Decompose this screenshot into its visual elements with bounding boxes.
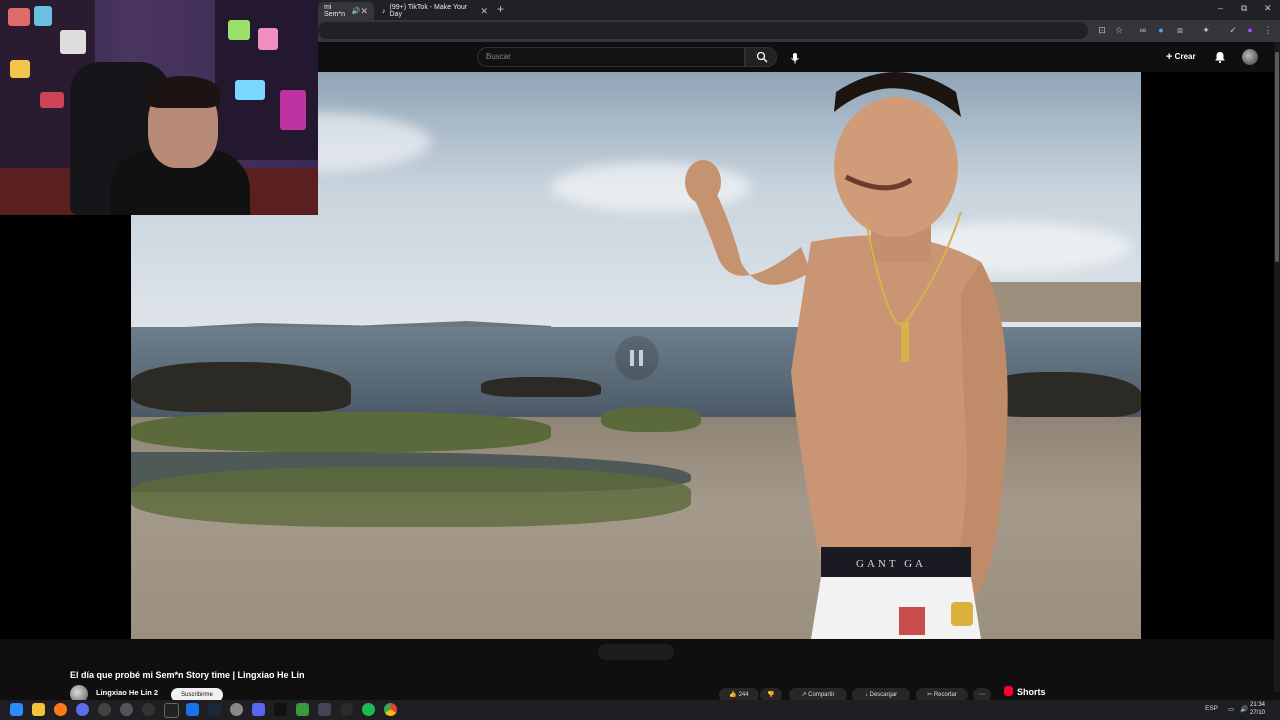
extension-icon[interactable]: ∞ (1138, 25, 1148, 35)
steam-icon[interactable] (208, 703, 221, 716)
search-icon (756, 51, 768, 63)
app-icon[interactable] (142, 703, 155, 716)
search-input[interactable]: Buscar (477, 47, 745, 67)
extension-icon[interactable]: ✓ (1228, 25, 1238, 35)
scrollbar-thumb[interactable] (1275, 52, 1279, 262)
shorts-icon (1004, 686, 1013, 696)
app-icon[interactable] (164, 703, 179, 718)
thumbs-up-icon: 👍 (729, 692, 737, 698)
pause-icon (630, 350, 634, 366)
file-explorer-icon[interactable] (32, 703, 45, 716)
install-app-icon[interactable]: ⊡ (1097, 25, 1107, 35)
notifications-bell-icon[interactable] (1214, 51, 1226, 63)
page-margin-left (0, 215, 131, 639)
like-count: 244 (738, 692, 749, 698)
windows-taskbar: ESP ▭ 🔊 21:34 27/10 (0, 700, 1280, 720)
volume-icon[interactable]: 🔊 (1240, 705, 1248, 713)
search-button[interactable] (745, 47, 777, 67)
tab-label: (99+) TikTok - Make Your Day (389, 4, 468, 18)
minimize-button[interactable]: – (1218, 3, 1223, 13)
speaker-icon: 🔊 (351, 8, 361, 15)
tiktok-icon: ♪ (382, 7, 386, 15)
tab-label: mi Sem*n (324, 4, 346, 18)
scissors-icon: ✂ (927, 692, 933, 698)
create-button[interactable]: + Crear (1166, 51, 1196, 63)
player-controls[interactable] (598, 644, 674, 660)
thumbs-down-icon: 👎 (767, 692, 775, 698)
tab-close-icon[interactable]: ✕ (480, 6, 488, 17)
menu-dots-icon[interactable]: ⋮ (1263, 25, 1273, 35)
language-indicator[interactable]: ESP (1205, 705, 1218, 712)
channel-name[interactable]: Lingxiao He Lin 2 (96, 688, 158, 697)
svg-text:GANT GA: GANT GA (856, 558, 926, 570)
share-icon: ↗ (801, 692, 807, 698)
search-icon[interactable] (54, 703, 67, 716)
puzzle-icon[interactable]: ⧈ (1175, 25, 1185, 35)
spotify-icon[interactable] (362, 703, 375, 716)
system-clock[interactable]: 21:34 27/10 (1250, 701, 1265, 717)
windows-start-icon[interactable] (10, 703, 23, 716)
tiktok-icon[interactable] (274, 703, 287, 716)
app-icon[interactable] (318, 703, 331, 716)
app-icon[interactable] (120, 703, 133, 716)
bookmark-star-icon[interactable]: ☆ (1114, 25, 1124, 35)
account-avatar[interactable] (1242, 49, 1258, 65)
page-scrollbar[interactable] (1274, 42, 1280, 692)
chrome-icon[interactable] (384, 703, 397, 716)
video-subject: GANT GA (685, 72, 1008, 639)
pause-button[interactable] (615, 336, 659, 380)
extension-icon[interactable]: ● (1156, 25, 1166, 35)
video-title: El día que probé mi Sem*n Story time | L… (70, 670, 305, 680)
clock-date: 27/10 (1250, 710, 1266, 716)
tab-close-icon[interactable]: ✕ (360, 6, 368, 17)
network-icon[interactable]: ▭ (1228, 705, 1234, 713)
app-icon[interactable] (186, 703, 199, 716)
webcam-overlay (0, 0, 318, 215)
close-window-button[interactable]: ✕ (1264, 3, 1272, 14)
new-tab-button[interactable]: + (497, 2, 504, 16)
plus-icon: + (1166, 51, 1173, 63)
obs-icon[interactable] (340, 703, 353, 716)
tab-youtube[interactable]: mi Sem*n 🔊 ✕ (318, 2, 374, 20)
maximize-button[interactable]: ⧉ (1241, 3, 1247, 14)
favorites-icon[interactable]: ✦ (1201, 25, 1211, 35)
clock-time: 21:34 (1250, 702, 1266, 708)
shorts-section-header[interactable]: Shorts (1004, 686, 1046, 697)
tab-tiktok[interactable]: ♪ (99+) TikTok - Make Your Day ✕ (376, 2, 494, 20)
profile-icon[interactable]: ● (1245, 25, 1255, 35)
download-icon: ↓ (864, 692, 868, 698)
create-label: Crear (1174, 52, 1196, 61)
discord-icon[interactable] (252, 703, 265, 716)
page-margin-right (1141, 72, 1274, 639)
app-icon[interactable] (98, 703, 111, 716)
app-icon[interactable] (230, 703, 243, 716)
address-bar[interactable] (318, 22, 1088, 39)
app-icon[interactable] (296, 703, 309, 716)
app-icon[interactable] (76, 703, 89, 716)
microphone-icon[interactable] (789, 52, 801, 64)
